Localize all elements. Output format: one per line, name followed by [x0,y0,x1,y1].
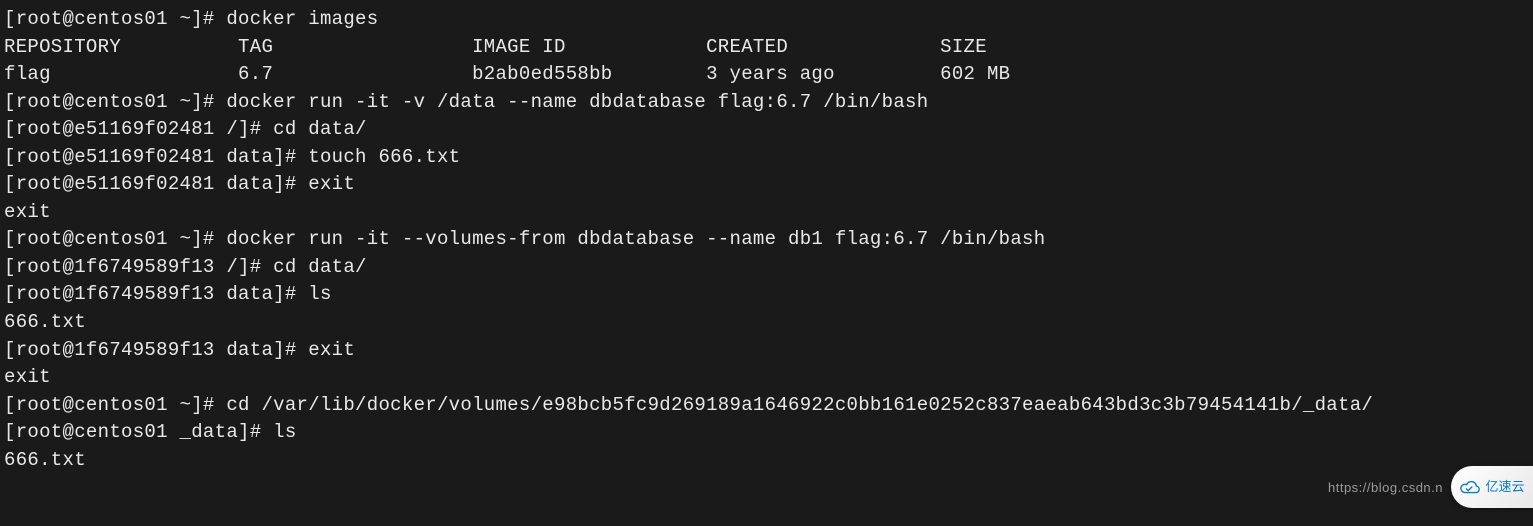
watermark-text: https://blog.csdn.n [1328,479,1443,498]
terminal-output[interactable]: [root@centos01 ~]# docker images REPOSIT… [4,6,1529,474]
logo-text: 亿速云 [1485,478,1524,497]
terminal-line: [root@1f6749589f13 /]# cd data/ [4,254,1529,282]
cloud-icon [1459,479,1481,495]
terminal-line: [root@centos01 ~]# docker run -it --volu… [4,226,1529,254]
terminal-line: [root@1f6749589f13 data]# exit [4,337,1529,365]
terminal-line: [root@centos01 ~]# cd /var/lib/docker/vo… [4,392,1529,420]
terminal-line: [root@centos01 ~]# docker images [4,6,1529,34]
terminal-line: [root@centos01 _data]# ls [4,419,1529,447]
terminal-line: 666.txt [4,309,1529,337]
terminal-line: [root@e51169f02481 data]# exit [4,171,1529,199]
terminal-line: 666.txt [4,447,1529,475]
terminal-line: exit [4,364,1529,392]
terminal-line: [root@e51169f02481 /]# cd data/ [4,116,1529,144]
terminal-line: flag 6.7 b2ab0ed558bb 3 years ago 602 MB [4,61,1529,89]
terminal-line: [root@e51169f02481 data]# touch 666.txt [4,144,1529,172]
terminal-line: [root@centos01 ~]# docker run -it -v /da… [4,89,1529,117]
logo-badge: 亿速云 [1451,466,1533,508]
terminal-line: [root@1f6749589f13 data]# ls [4,281,1529,309]
terminal-line: exit [4,199,1529,227]
terminal-line: REPOSITORY TAG IMAGE ID CREATED SIZE [4,34,1529,62]
